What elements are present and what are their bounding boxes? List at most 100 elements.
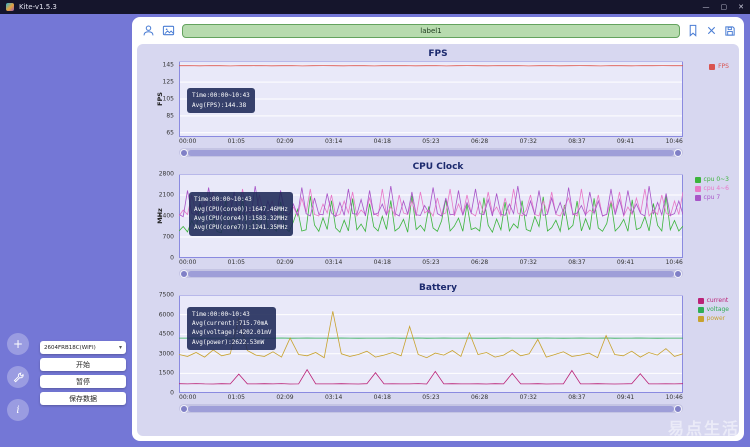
legend-item[interactable]: cpu 0~3	[694, 176, 729, 183]
plot-area[interactable]: MHz 2800 2100 1400 700 0 Time:00:00~10:43 Avg…	[156, 171, 729, 262]
save-data-button[interactable]: 保存数据	[40, 392, 126, 405]
x-tick-label: 10:46	[665, 138, 683, 145]
legend-label: voltage	[706, 306, 729, 313]
label-input[interactable]	[182, 23, 680, 38]
x-axis-labels: 00:00 01:05 02:09 03:14 04:18 05:23 06:28 07:32…	[179, 138, 683, 145]
toolbar	[132, 17, 744, 41]
start-button[interactable]: 开始	[40, 358, 126, 371]
battery-chart: Battery 7500 6000 4500 3000 1500 0 Time:00:00…	[145, 280, 731, 415]
chart-tooltip: Time:00:00~10:43 Avg(CPU(core0)):1647.46M…	[189, 192, 293, 236]
tooltip-line: Avg(FPS):144.38	[192, 101, 247, 109]
x-tick-label: 08:37	[568, 138, 586, 145]
legend-swatch	[697, 315, 704, 322]
minimize-button[interactable]: —	[703, 0, 710, 14]
x-tick-label: 03:14	[324, 138, 343, 145]
maximize-button[interactable]: ▢	[721, 0, 728, 14]
legend-swatch	[697, 306, 704, 313]
chart-tooltip: Time:00:00~10:43 Avg(FPS):144.38	[187, 88, 255, 113]
y-tick-label: 700	[162, 233, 174, 241]
device-select-value: 2604FRB18C(WIFI)	[44, 344, 96, 351]
screenshot-icon[interactable]	[162, 24, 175, 37]
slider-left-knob[interactable]	[180, 269, 188, 278]
plot-area[interactable]: 7500 6000 4500 3000 1500 0 Time:00:00~10:43 Av…	[159, 292, 729, 397]
legend-swatch	[694, 185, 701, 192]
x-tick-label: 07:32	[519, 138, 537, 145]
legend-swatch	[709, 63, 716, 70]
x-tick-label: 00:00	[179, 394, 197, 401]
chart-legend: cpu 0~3 cpu 4~6 cpu 7	[694, 176, 729, 201]
charts-area: FPS FPS 145 125 105 85 65 Time:00:00~10:43 Av…	[137, 44, 739, 436]
legend-swatch	[694, 194, 701, 201]
tooltip-line: Avg(CPU(core4)):1583.32MHz	[194, 215, 288, 223]
slider-bar[interactable]	[188, 149, 674, 156]
legend-item[interactable]: voltage	[697, 306, 729, 313]
bookmark-icon[interactable]	[687, 24, 699, 37]
tooltip-line: Avg(power):2622.53mW	[192, 338, 265, 346]
y-tick-label: 6000	[158, 311, 174, 319]
slider-right-knob[interactable]	[674, 148, 682, 157]
window-controls: — ▢ ✕	[703, 0, 745, 14]
chart-tooltip: Time:00:00~10:43 Avg(current):715.70mA Avg…	[187, 306, 277, 350]
info-button[interactable]: i	[7, 399, 29, 421]
legend-item[interactable]: FPS	[709, 63, 729, 70]
device-select[interactable]: 2604FRB18C(WIFI) ▾	[40, 341, 126, 354]
app-title: Kite-v1.5.3	[19, 3, 57, 11]
y-axis-ticks: 7500 6000 4500 3000 1500 0	[152, 292, 176, 397]
chart-title: FPS	[428, 49, 448, 59]
device-panel: 2604FRB18C(WIFI) ▾ 开始 暂停 保存数据	[40, 341, 126, 405]
x-tick-label: 06:28	[470, 394, 489, 401]
chart-range-slider[interactable]	[179, 269, 683, 278]
x-tick-label: 01:05	[227, 394, 245, 401]
x-tick-label: 07:32	[519, 394, 537, 401]
wrench-icon	[13, 372, 24, 382]
info-icon: i	[16, 404, 20, 416]
x-tick-label: 04:18	[373, 394, 391, 401]
chart-range-slider[interactable]	[179, 404, 683, 413]
x-tick-label: 09:41	[616, 394, 635, 401]
user-icon[interactable]	[142, 24, 155, 37]
legend-item[interactable]: current	[697, 297, 729, 304]
cut-icon[interactable]	[706, 25, 717, 36]
legend-label: FPS	[718, 63, 729, 70]
x-tick-label: 06:28	[470, 138, 489, 145]
x-tick-label: 10:46	[665, 394, 683, 401]
settings-button[interactable]	[7, 366, 29, 388]
slider-bar[interactable]	[188, 405, 674, 412]
x-tick-label: 00:00	[179, 259, 197, 266]
x-tick-label: 07:32	[519, 259, 537, 266]
slider-left-knob[interactable]	[180, 148, 188, 157]
slider-bar[interactable]	[188, 270, 674, 277]
x-tick-label: 05:23	[422, 259, 440, 266]
y-tick-label: 2800	[158, 170, 174, 178]
plot-area[interactable]: FPS 145 125 105 85 65 Time:00:00~10:43 Avg(FP…	[156, 61, 729, 137]
x-tick-label: 09:41	[616, 259, 635, 266]
y-tick-label: 0	[170, 254, 174, 262]
slider-left-knob[interactable]	[180, 404, 188, 413]
x-tick-label: 00:00	[179, 138, 197, 145]
tooltip-line: Avg(voltage):4202.01mV	[192, 329, 272, 337]
slider-right-knob[interactable]	[674, 269, 682, 278]
main-panel: FPS FPS 1451251058565 Time:00:00~10:43Av…	[132, 17, 744, 441]
slider-right-knob[interactable]	[674, 404, 682, 413]
x-tick-label: 06:28	[470, 259, 489, 266]
chart-range-slider[interactable]	[179, 148, 683, 157]
legend-item[interactable]: cpu 7	[694, 194, 729, 201]
legend-label: cpu 7	[703, 194, 721, 201]
y-tick-label: 85	[166, 112, 174, 120]
pause-button[interactable]: 暂停	[40, 375, 126, 388]
save-icon[interactable]	[724, 25, 736, 37]
add-device-button[interactable]: +	[7, 333, 29, 355]
close-button[interactable]: ✕	[738, 0, 744, 14]
y-tick-label: 2100	[158, 191, 174, 199]
chart-title: Battery	[419, 283, 457, 293]
x-tick-label: 04:18	[373, 138, 391, 145]
y-tick-label: 145	[162, 61, 174, 69]
legend-item[interactable]: power	[697, 315, 729, 322]
legend-item[interactable]: cpu 4~6	[694, 185, 729, 192]
tooltip-line: Avg(CPU(core0)):1647.46MHz	[194, 205, 288, 213]
y-axis-ticks: 145 125 105 85 65	[152, 61, 176, 137]
app-icon	[6, 3, 14, 11]
x-tick-label: 05:23	[422, 138, 440, 145]
y-axis-ticks: 2800 2100 1400 700 0	[152, 170, 176, 262]
x-tick-label: 02:09	[276, 138, 294, 145]
